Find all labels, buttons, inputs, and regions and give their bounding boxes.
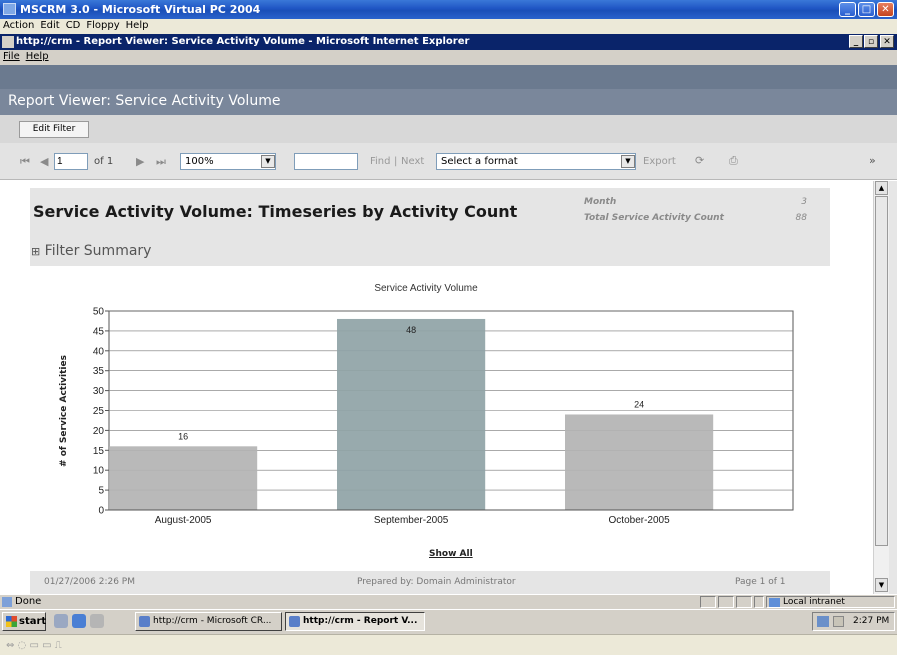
browser-minimize-button[interactable]: _	[849, 35, 863, 48]
task-button-report[interactable]: http://crm - Report V...	[285, 612, 425, 631]
refresh-icon[interactable]: ⟳	[695, 154, 704, 167]
vpc-menu-bar: Action Edit CD Floppy Help	[0, 19, 897, 34]
vpc-menu-floppy[interactable]: Floppy	[83, 19, 122, 31]
report-side-margin	[889, 181, 897, 594]
find-input[interactable]	[294, 153, 358, 170]
menu-help[interactable]: Help	[23, 50, 52, 62]
next-page-icon[interactable]: ▶	[136, 155, 144, 168]
meta-month-value: 3	[801, 197, 807, 207]
browser-close-button[interactable]: ✕	[880, 35, 894, 48]
zoom-value: 100%	[185, 156, 214, 167]
close-button[interactable]: ✕	[877, 2, 894, 17]
export-format-value: Select a format	[441, 156, 518, 167]
page-number-input[interactable]	[54, 153, 88, 170]
volume-icon[interactable]	[833, 616, 844, 627]
security-zone: Local intranet	[766, 596, 895, 608]
scroll-down-icon[interactable]: ▼	[875, 578, 888, 592]
vpc-status-bar: ⇔ ◌ ▭ ▭ ⎍	[0, 634, 897, 655]
ie-page-icon	[289, 616, 300, 627]
report-title: Service Activity Volume: Timeseries by A…	[33, 202, 518, 221]
find-link[interactable]: Find	[370, 156, 391, 167]
task-label: http://crm - Microsoft CR...	[153, 616, 272, 626]
internet-explorer-icon[interactable]	[72, 614, 86, 628]
status-text: Done	[15, 596, 42, 607]
scrollbar-thumb[interactable]	[875, 196, 888, 546]
page-done-icon	[2, 597, 12, 607]
vertical-scrollbar[interactable]: ▲ ▼	[873, 181, 889, 594]
meta-month-label: Month	[584, 197, 617, 207]
browser-menu-bar: File Help	[0, 50, 897, 65]
chevron-down-icon[interactable]: ▼	[621, 155, 635, 168]
footer-page: Page 1 of 1	[735, 577, 786, 587]
previous-page-icon[interactable]: ◀	[40, 155, 48, 168]
vpc-menu-cd[interactable]: CD	[63, 19, 84, 31]
show-desktop-icon[interactable]	[54, 614, 68, 628]
footer-prepared-by: Prepared by: Domain Administrator	[357, 577, 516, 587]
find-separator: |	[394, 156, 398, 167]
edit-filter-button[interactable]: Edit Filter	[19, 121, 89, 138]
vpc-window-title: MSCRM 3.0 - Microsoft Virtual PC 2004	[20, 3, 261, 16]
collapse-toolbar-icon[interactable]: »	[869, 154, 876, 167]
find-next-link[interactable]: Next	[401, 156, 424, 167]
vpc-device-icons: ⇔ ◌ ▭ ▭ ⎍	[6, 640, 62, 651]
browser-window-title: http://crm - Report Viewer: Service Acti…	[16, 36, 470, 47]
windows-logo-icon	[6, 616, 17, 627]
status-panel	[700, 596, 716, 608]
filter-summary-label: Filter Summary	[44, 243, 152, 259]
browser-restore-button[interactable]: ▫	[864, 35, 878, 48]
page-count: of 1	[94, 156, 114, 167]
first-page-icon[interactable]: ⏮	[20, 155, 30, 169]
ie-page-icon	[2, 36, 14, 48]
network-icon[interactable]	[817, 616, 829, 627]
meta-total-label: Total Service Activity Count	[584, 213, 724, 223]
print-icon[interactable]: ⎙	[729, 154, 738, 168]
ie-page-icon	[139, 616, 150, 627]
zoom-select[interactable]: 100% ▼	[180, 153, 276, 170]
last-page-icon[interactable]: ⏭	[156, 155, 166, 169]
export-format-select[interactable]: Select a format ▼	[436, 153, 636, 170]
system-tray: 2:27 PM	[812, 612, 895, 631]
maximize-button[interactable]: □	[858, 2, 875, 17]
report-viewer-title: Report Viewer: Service Activity Volume	[8, 93, 281, 109]
meta-total-value: 88	[795, 213, 807, 223]
intranet-icon	[769, 598, 780, 607]
task-button-crm[interactable]: http://crm - Microsoft CR...	[135, 612, 282, 631]
minimize-button[interactable]: _	[839, 2, 856, 17]
chevron-down-icon[interactable]: ▼	[261, 155, 275, 168]
vpc-menu-edit[interactable]: Edit	[37, 19, 62, 31]
status-panel	[718, 596, 734, 608]
scroll-up-icon[interactable]: ▲	[875, 181, 888, 195]
browser-title-bar[interactable]: http://crm - Report Viewer: Service Acti…	[0, 34, 897, 50]
footer-timestamp: 01/27/2006 2:26 PM	[44, 577, 135, 587]
show-all-link[interactable]: Show All	[429, 549, 473, 559]
start-label: start	[19, 616, 47, 627]
filter-bar	[0, 115, 897, 143]
export-link[interactable]: Export	[643, 156, 676, 167]
menu-file[interactable]: File	[0, 50, 23, 62]
vpc-title-bar[interactable]: MSCRM 3.0 - Microsoft Virtual PC 2004 _ …	[0, 0, 897, 19]
task-label: http://crm - Report V...	[303, 616, 418, 626]
zone-label: Local intranet	[783, 597, 845, 607]
status-panel	[754, 596, 764, 608]
filter-summary-toggle[interactable]: ⊞ Filter Summary	[31, 243, 151, 259]
vpc-menu-help[interactable]: Help	[123, 19, 152, 31]
status-panel	[736, 596, 752, 608]
media-player-icon[interactable]	[90, 614, 104, 628]
vpc-menu-action[interactable]: Action	[0, 19, 37, 31]
start-button[interactable]: start	[2, 612, 46, 631]
virtual-pc-icon	[3, 3, 16, 15]
expand-plus-icon: ⊞	[31, 245, 41, 258]
clock: 2:27 PM	[853, 616, 890, 626]
